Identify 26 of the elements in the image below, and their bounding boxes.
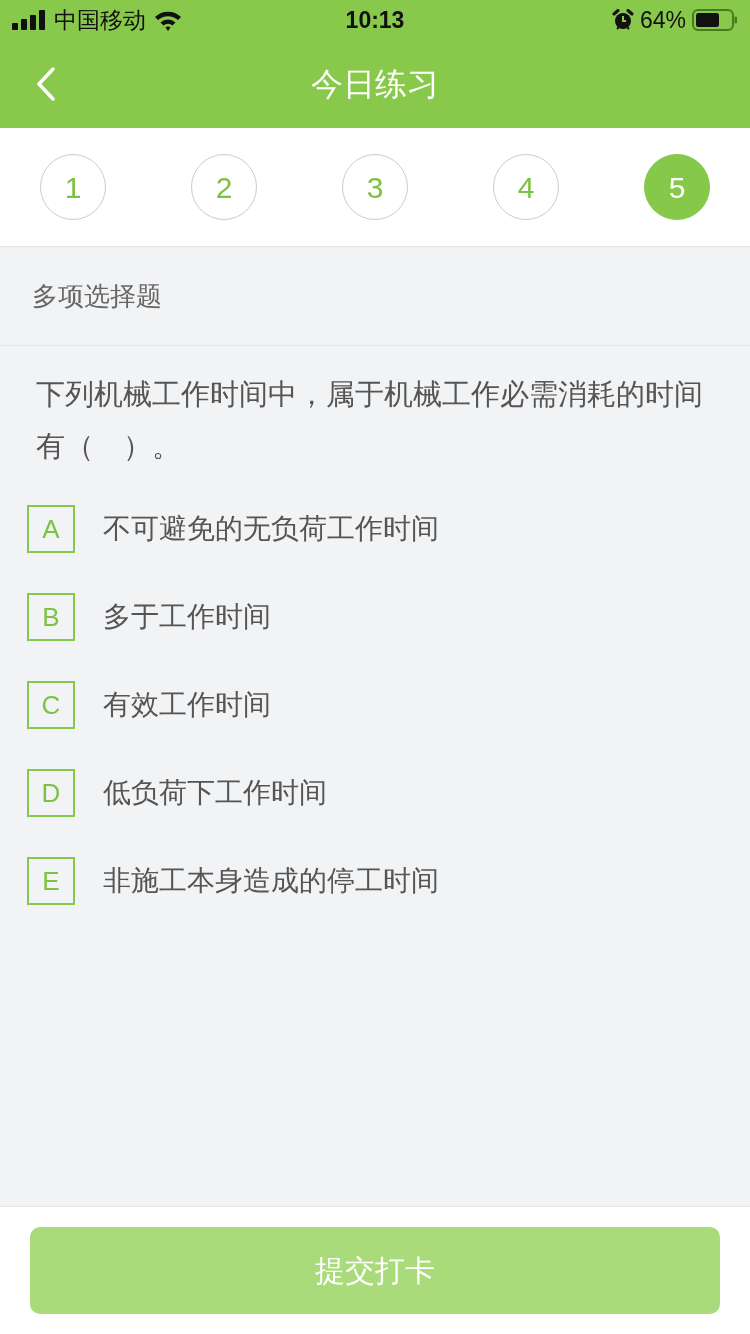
- option-letter-box[interactable]: C: [27, 681, 75, 729]
- question-type-label: 多项选择题: [32, 279, 162, 313]
- option-letter-box[interactable]: E: [27, 857, 75, 905]
- option-label: 有效工作时间: [103, 688, 271, 722]
- battery-percent: 64%: [639, 8, 686, 32]
- question-number-tab[interactable]: 3: [342, 154, 408, 220]
- question-text: 下列机械工作时间中，属于机械工作必需消耗的时间有（ ）。: [36, 377, 704, 464]
- status-time: 10:13: [345, 8, 405, 32]
- option-label: 不可避免的无负荷工作时间: [103, 512, 439, 546]
- question-number-tab[interactable]: 1: [40, 154, 106, 220]
- page-title: 今日练习: [311, 68, 439, 100]
- carrier-name: 中国移动: [54, 8, 146, 32]
- option-letter-box[interactable]: D: [27, 769, 75, 817]
- question-number-tab[interactable]: 4: [493, 154, 559, 220]
- option-label: 多于工作时间: [103, 600, 271, 634]
- chevron-left-icon: [36, 67, 56, 101]
- wifi-icon: [154, 9, 182, 31]
- option-letter-box[interactable]: A: [27, 505, 75, 553]
- option-letter-box[interactable]: B: [27, 593, 75, 641]
- signal-icon: [12, 10, 46, 30]
- question-number-tab[interactable]: 2: [191, 154, 257, 220]
- question-number-tab[interactable]: 5: [644, 154, 710, 220]
- battery-icon: [692, 9, 738, 31]
- alarm-clock-icon: [611, 9, 634, 31]
- option-label: 低负荷下工作时间: [103, 776, 327, 810]
- option-label: 非施工本身造成的停工时间: [103, 864, 439, 898]
